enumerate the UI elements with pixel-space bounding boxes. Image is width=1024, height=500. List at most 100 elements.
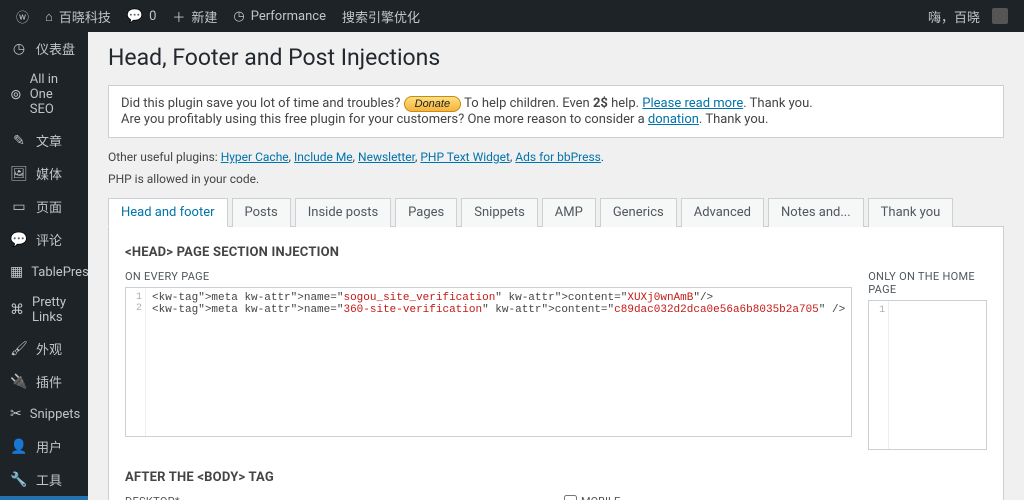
menu-icon: ◷ [10,40,28,58]
section-heading: <HEAD> PAGE SECTION INJECTION [125,245,987,260]
plugin-link[interactable]: Include Me [294,150,353,164]
tab-pages[interactable]: Pages [395,198,457,227]
wp-logo[interactable]: ⓦ [8,0,37,32]
seo-link[interactable]: 搜索引擎优化 [334,0,428,32]
sidebar-item-TablePress[interactable]: ▦ TablePress [0,256,88,288]
notice-text: help. [608,96,642,111]
notice-text: . Thank you. [743,96,812,111]
sidebar-item-插件[interactable]: 🔌 插件 [0,365,88,398]
plugin-link[interactable]: Newsletter [358,150,415,164]
sidebar-item-评论[interactable]: 💬 评论 [0,223,88,256]
plugin-link[interactable]: Hyper Cache [221,150,289,164]
sidebar-item-label: 文章 [36,131,62,150]
comments-link[interactable]: 💬0 [119,0,165,32]
field-label: DESKTOP* [125,495,548,500]
tab-panel: <HEAD> PAGE SECTION INJECTION ON EVERY P… [108,226,1004,500]
site-name: 百晓科技 [59,7,111,26]
sidebar-item-工具[interactable]: 🔧 工具 [0,463,88,496]
notice-bold: 2$ [593,96,608,111]
tab-generics[interactable]: Generics [600,198,677,227]
user-menu[interactable]: 嗨，百晓 [920,0,1016,32]
line-gutter: 1 [869,301,889,449]
menu-icon: ▦ [10,263,23,281]
sidebar-item-label: 工具 [36,470,62,489]
notice-text: Did this plugin save you lot of time and… [121,96,404,111]
line-gutter: 12 [126,288,146,436]
menu-icon: ✎ [10,132,28,150]
sidebar-item-文章[interactable]: ✎ 文章 [0,124,88,157]
tab-thank-you[interactable]: Thank you [868,198,954,227]
tab-notes-and-[interactable]: Notes and... [768,198,864,227]
other-label: Other useful plugins: [108,150,221,164]
performance-link[interactable]: ◷ Performance [225,0,334,32]
perf-label: Performance [251,9,326,24]
notice-text: Are you profitably using this free plugi… [121,112,648,127]
wordpress-icon: ⓦ [16,7,29,26]
other-plugins: Other useful plugins: Hyper Cache, Inclu… [108,150,1004,164]
site-link[interactable]: ⌂ 百晓科技 [37,0,119,32]
gauge-icon: ◷ [233,8,244,24]
sidebar-item-label: Pretty Links [32,295,78,325]
sidebar-item-label: 插件 [36,372,62,391]
sidebar-item-Pretty Links[interactable]: ⌘ Pretty Links [0,288,88,332]
home-icon: ⌂ [45,9,53,24]
sidebar-item-仪表盘[interactable]: ◷ 仪表盘 [0,32,88,65]
sidebar-item-All in One SEO[interactable]: ⊚ All in One SEO [0,65,88,124]
sidebar-item-媒体[interactable]: 🖼 媒体 [0,157,88,190]
tab-snippets[interactable]: Snippets [461,198,538,227]
menu-icon: 💬 [10,231,28,249]
greeting: 嗨，百晓 [928,7,980,26]
menu-icon: ▭ [10,198,28,216]
code-editor-home-page[interactable]: 1 [868,300,987,450]
section-heading: AFTER THE <BODY> TAG [125,470,987,485]
new-content[interactable]: ＋ 新建 [164,0,225,32]
sidebar-item-外观[interactable]: 🖌 外观 [0,332,88,365]
sidebar-item-label: TablePress [31,265,88,280]
sidebar-item-label: 外观 [36,339,62,358]
sidebar-item-label: All in One SEO [30,72,78,117]
plus-icon: ＋ [172,7,185,26]
sidebar-item-label: 评论 [36,230,62,249]
sidebar-item-用户[interactable]: 👤 用户 [0,430,88,463]
field-label: ONLY ON THE HOME PAGE [868,270,987,296]
donation-link[interactable]: donation [648,112,699,127]
notice-text: . Thank you. [699,112,768,127]
menu-icon: 🔌 [10,373,28,391]
sidebar-item-Snippets[interactable]: ✂Snippets [0,398,88,430]
plugin-link[interactable]: Ads for bbPress [515,150,601,164]
comment-icon: 💬 [127,8,143,24]
seo-label: 搜索引擎优化 [342,7,420,26]
menu-icon: ⊚ [10,86,22,104]
sidebar-item-label: 用户 [36,437,62,456]
tab-inside-posts[interactable]: Inside posts [295,198,391,227]
menu-icon: 🖼 [10,165,28,183]
sidebar-item-label: 页面 [36,197,62,216]
tab-amp[interactable]: AMP [542,198,596,227]
menu-icon: ⌘ [10,301,24,319]
tab-advanced[interactable]: Advanced [681,198,764,227]
admin-sidebar: ◷ 仪表盘 ⊚ All in One SEO✎ 文章 🖼 媒体 ▭ 页面 💬 评论 ▦ TablePre… [0,32,88,500]
notice-text: To help children. Even [464,96,593,111]
read-more-link[interactable]: Please read more [642,96,743,111]
tab-posts[interactable]: Posts [232,198,291,227]
donate-button[interactable]: Donate [404,96,461,112]
donation-notice: Did this plugin save you lot of time and… [108,85,1004,138]
page-title: Head, Footer and Post Injections [108,44,1004,71]
sidebar-item-页面[interactable]: ▭ 页面 [0,190,88,223]
sidebar-item-设置[interactable]: ⚙设置 [0,496,88,500]
field-label: ON EVERY PAGE [125,270,852,283]
tab-head-and-footer[interactable]: Head and footer [108,198,228,227]
mobile-checkbox[interactable] [564,495,577,500]
sidebar-item-label: 媒体 [36,164,62,183]
comments-count: 0 [149,9,156,24]
sidebar-item-label: 仪表盘 [36,39,75,58]
menu-icon: 🖌 [10,340,28,358]
field-label: MOBILE [581,495,620,500]
menu-icon: 🔧 [10,471,28,489]
menu-icon: 👤 [10,438,28,456]
avatar-icon [992,8,1008,24]
code-editor-every-page[interactable]: 12 <kw-tag">meta kw-attr">name="sogou_si… [125,287,852,437]
php-note: PHP is allowed in your code. [108,172,1004,186]
plugin-link[interactable]: PHP Text Widget [420,150,510,164]
new-label: 新建 [191,7,217,26]
